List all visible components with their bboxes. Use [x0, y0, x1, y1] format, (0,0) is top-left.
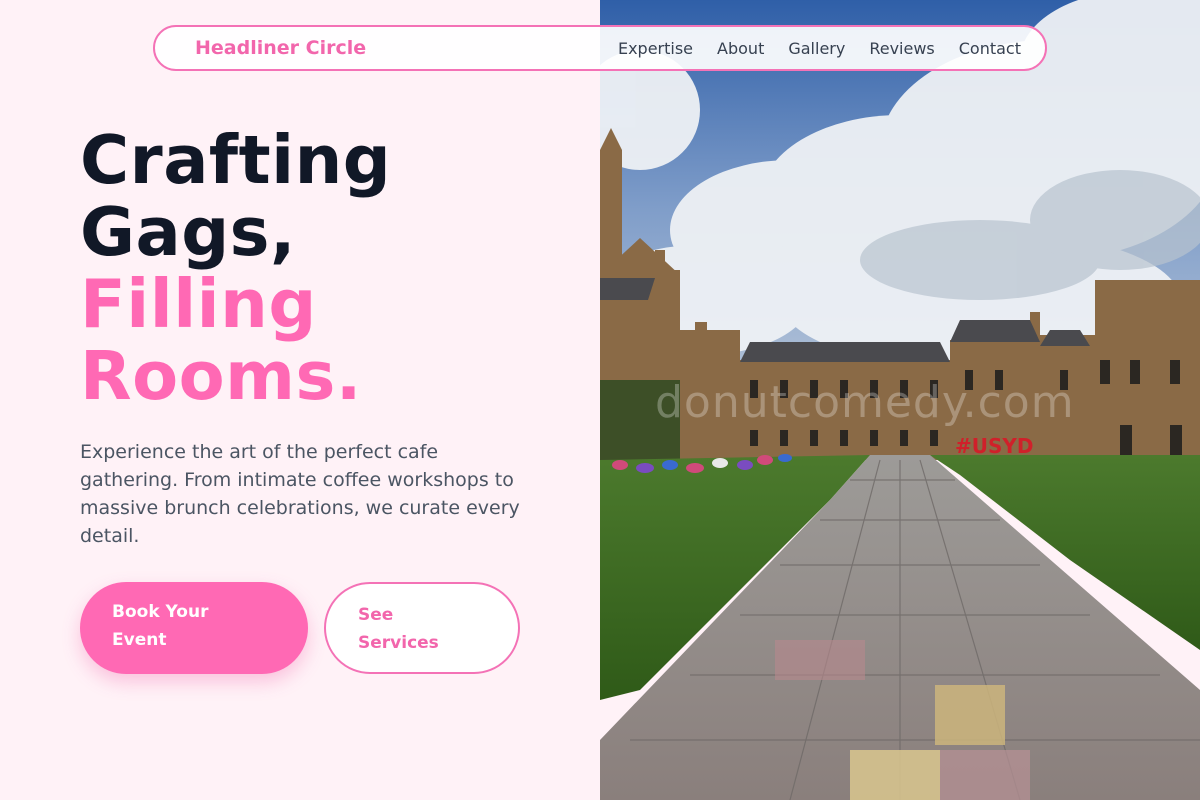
hero-description: Experience the art of the perfect cafe g…: [80, 441, 520, 547]
see-services-button-line-2: Services: [358, 633, 439, 653]
headline-line-1: Crafting: [80, 121, 392, 199]
headline-line-3: Filling: [80, 265, 317, 343]
hero-headline: Crafting Gags, Filling Rooms.: [80, 124, 391, 412]
see-services-button[interactable]: See Services: [324, 582, 520, 674]
book-event-button-line-2: Event: [112, 630, 167, 650]
headline-line-2: Gags,: [80, 193, 296, 271]
usyd-sign: #USYD: [955, 434, 1034, 458]
brand-logo-text[interactable]: Headliner Circle: [195, 37, 366, 59]
headline-line-4: Rooms.: [80, 337, 362, 415]
book-event-button-line-1: Book Your: [112, 602, 209, 622]
watermark-text: donutcomedy.com: [655, 377, 1075, 428]
nav-link-about[interactable]: About: [717, 39, 764, 58]
nav-link-reviews[interactable]: Reviews: [869, 39, 934, 58]
nav-link-expertise[interactable]: Expertise: [618, 39, 693, 58]
nav-link-gallery[interactable]: Gallery: [788, 39, 845, 58]
nav-link-contact[interactable]: Contact: [959, 39, 1021, 58]
top-navbar: Headliner Circle Expertise About Gallery…: [153, 25, 1047, 71]
see-services-button-line-1: See: [358, 605, 394, 625]
book-event-button[interactable]: Book Your Event: [80, 582, 308, 674]
nav-links: Expertise About Gallery Reviews Contact: [594, 39, 1021, 58]
